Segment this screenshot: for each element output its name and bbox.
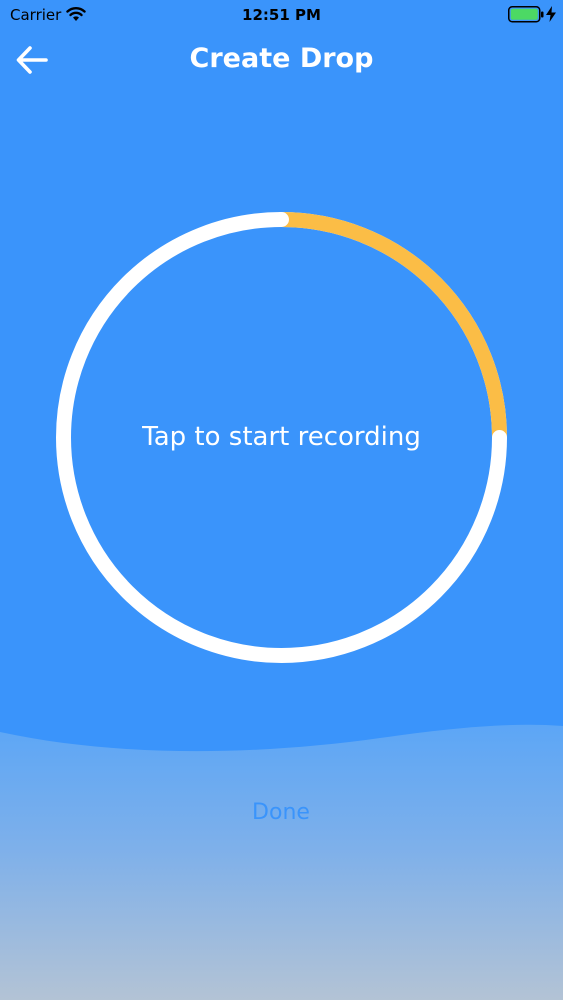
charging-bolt-icon [546,6,556,26]
navigation-bar: Create Drop [0,30,563,92]
ring-progress [281,212,507,438]
create-drop-screen: Carrier 12:51 PM Create Drop Tap to star… [0,0,563,1000]
done-button[interactable]: Done [181,793,381,833]
battery-icon [508,6,544,27]
status-time: 12:51 PM [242,6,321,24]
page-title: Create Drop [189,43,374,74]
status-bar: Carrier 12:51 PM [0,0,563,30]
record-prompt: Tap to start recording [142,422,421,452]
bottom-wave [0,724,563,1000]
record-button[interactable]: Tap to start recording [56,212,507,663]
ring-progress-cap-start [274,212,289,227]
